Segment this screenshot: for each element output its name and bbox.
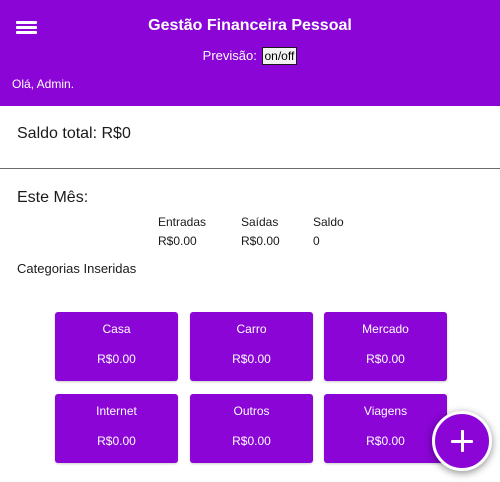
summary-expenses-value: R$0.00 (241, 234, 280, 248)
app-title: Gestão Financeira Pessoal (148, 17, 352, 34)
summary-income-label: Entradas (158, 215, 207, 229)
month-title: Este Mês: (17, 189, 89, 206)
category-name: Mercado (362, 322, 409, 336)
category-card-mercado[interactable]: Mercado R$0.00 (324, 312, 447, 381)
forecast-label: Previsão: (202, 48, 257, 63)
category-amount: R$0.00 (97, 434, 136, 448)
summary-balance-label: Saldo (313, 215, 344, 229)
app-header: Gestão Financeira Pessoal Previsão: on/o… (0, 0, 500, 106)
divider (0, 168, 500, 169)
forecast-row: Previsão: on/off (0, 47, 500, 65)
forecast-toggle-button[interactable]: on/off (261, 47, 298, 65)
category-amount: R$0.00 (232, 352, 271, 366)
category-name: Casa (102, 322, 131, 336)
category-card-internet[interactable]: Internet R$0.00 (55, 394, 178, 463)
category-card-carro[interactable]: Carro R$0.00 (190, 312, 313, 381)
category-amount: R$0.00 (97, 352, 136, 366)
summary-expenses: Saídas R$0.00 (241, 213, 280, 251)
category-amount: R$0.00 (366, 352, 405, 366)
greeting-text: Olá, Admin. (12, 77, 75, 91)
category-name: Carro (236, 322, 267, 336)
categories-title: Categorias Inseridas (17, 261, 137, 276)
category-name: Internet (96, 404, 137, 418)
summary-balance-value: 0 (313, 234, 320, 248)
category-name: Outros (233, 404, 270, 418)
category-card-viagens[interactable]: Viagens R$0.00 (324, 394, 447, 463)
add-button[interactable] (432, 411, 492, 471)
total-balance: Saldo total: R$0 (17, 125, 131, 142)
summary-expenses-label: Saídas (241, 215, 279, 229)
summary-balance: Saldo 0 (313, 213, 344, 251)
summary-income: Entradas R$0.00 (158, 213, 206, 251)
category-name: Viagens (363, 404, 408, 418)
category-card-casa[interactable]: Casa R$0.00 (55, 312, 178, 381)
category-card-outros[interactable]: Outros R$0.00 (190, 394, 313, 463)
category-amount: R$0.00 (366, 434, 405, 448)
category-amount: R$0.00 (232, 434, 271, 448)
summary-income-value: R$0.00 (158, 234, 197, 248)
